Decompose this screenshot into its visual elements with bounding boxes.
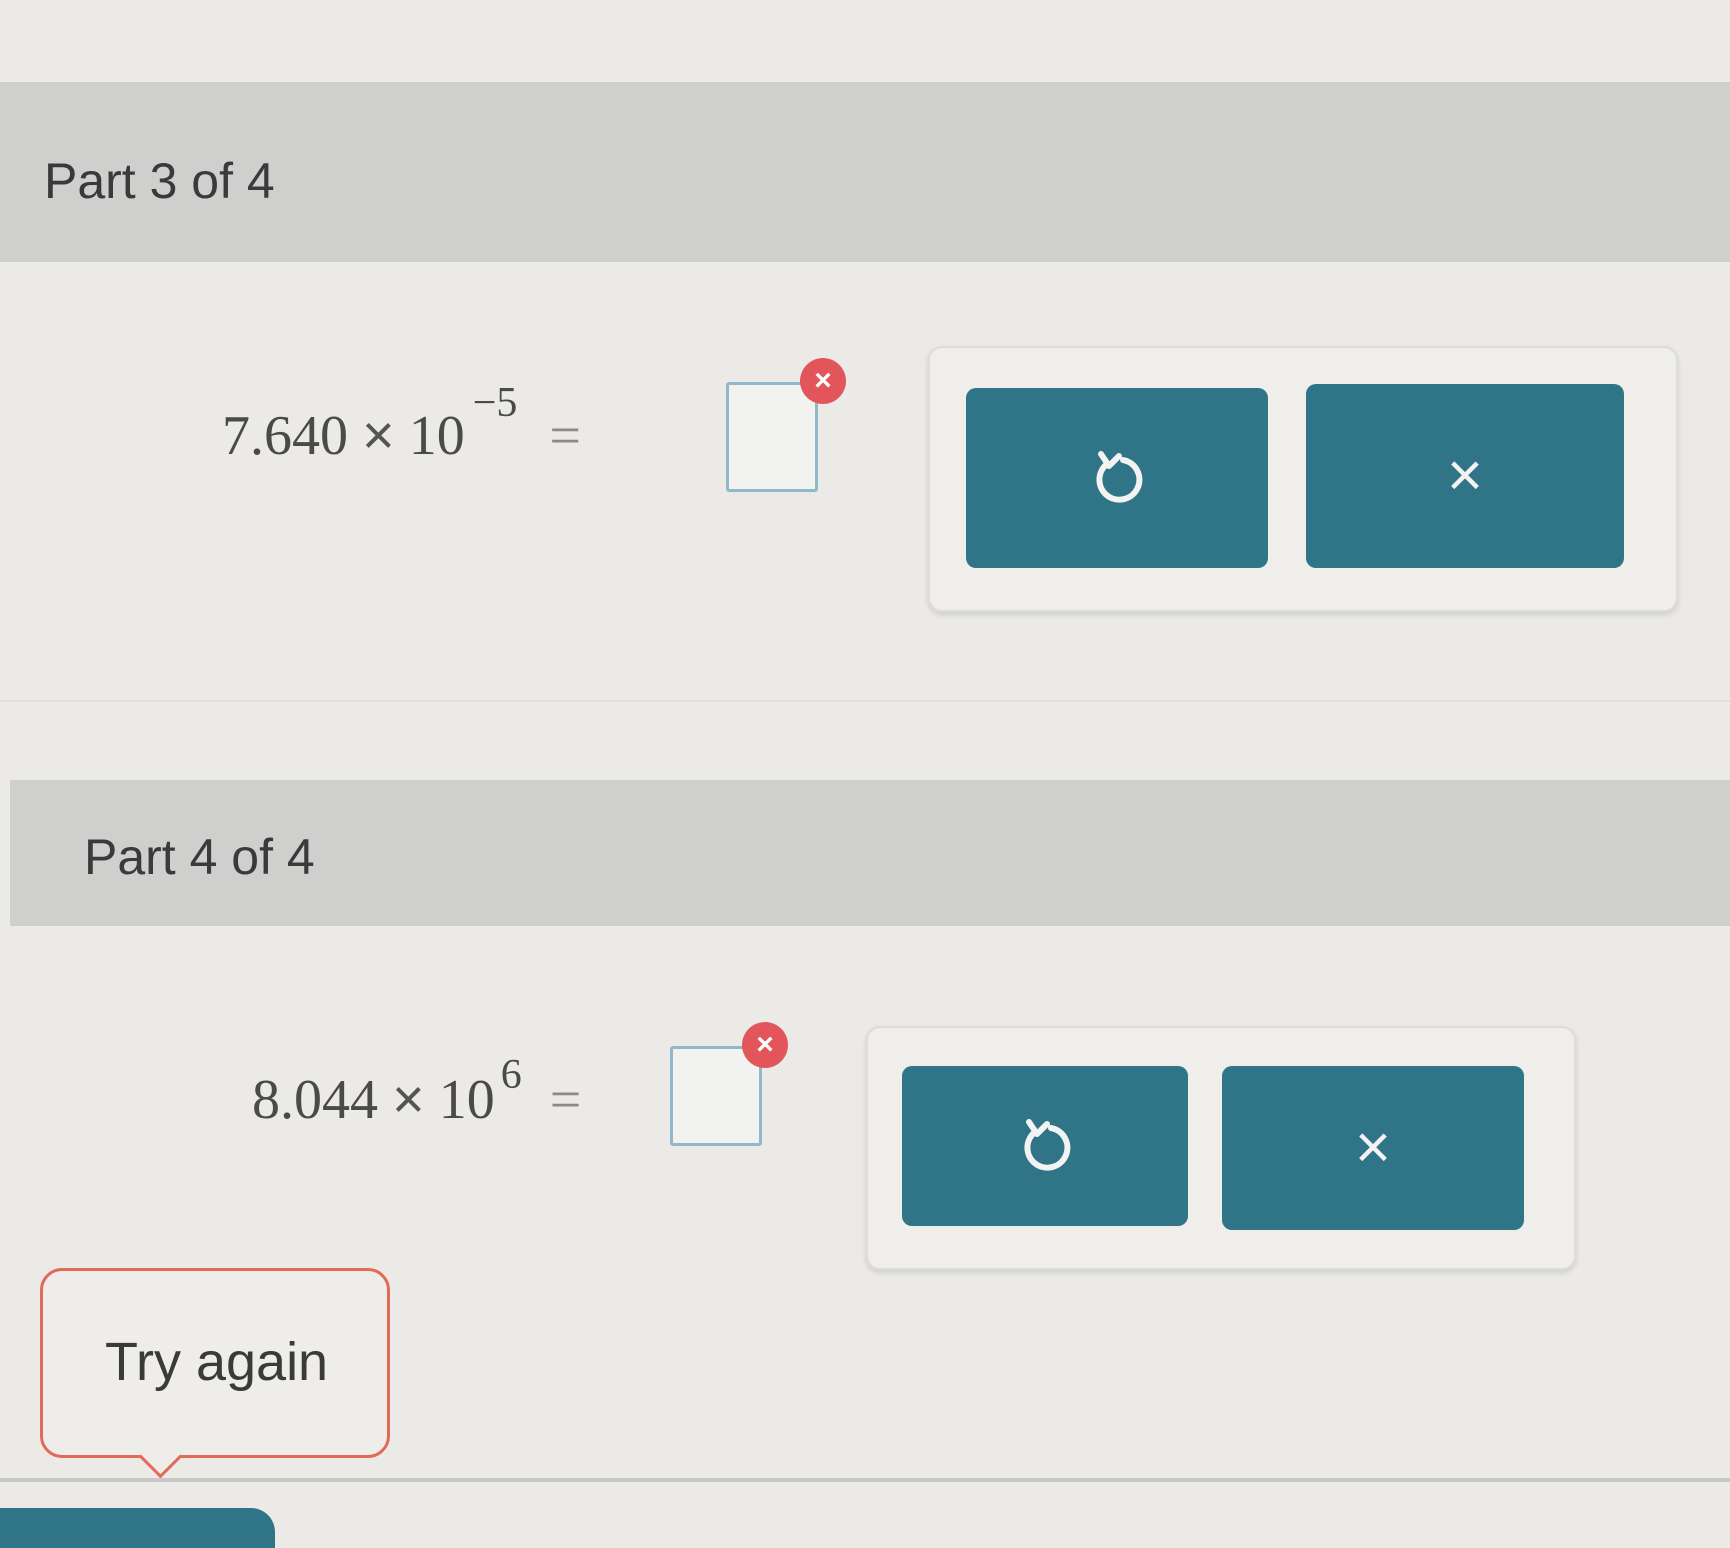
error-x-icon: × xyxy=(800,358,846,404)
part-4-header: Part 4 of 4 xyxy=(10,780,1730,926)
equals-sign: = xyxy=(549,405,581,467)
part-3-title: Part 3 of 4 xyxy=(44,153,275,209)
answer-tool-panel: × xyxy=(928,346,1678,612)
close-icon: × xyxy=(1446,441,1484,510)
undo-icon xyxy=(1013,1114,1077,1178)
part-4-expression: 8.044 × 10 6 = xyxy=(252,1052,582,1132)
equals-sign: = xyxy=(549,1069,582,1131)
undo-button[interactable] xyxy=(966,388,1268,568)
base: 10 xyxy=(438,1069,495,1131)
times-sign: × xyxy=(362,403,395,466)
clear-button[interactable]: × xyxy=(1306,384,1624,568)
part-3-expression: 7.640 × 10−5 = xyxy=(222,380,581,468)
undo-button[interactable] xyxy=(902,1066,1188,1226)
part-3-question: 7.640 × 10−5 = × × xyxy=(0,262,1730,702)
answer-input[interactable] xyxy=(726,382,818,492)
bottom-divider xyxy=(0,1478,1730,1482)
times-sign: × xyxy=(392,1067,425,1130)
clear-button[interactable]: × xyxy=(1222,1066,1524,1230)
part-3-header: Part 3 of 4 xyxy=(0,82,1730,262)
close-icon: × xyxy=(1354,1113,1392,1182)
try-again-feedback: Try again xyxy=(40,1268,390,1479)
bottom-action-button[interactable] xyxy=(0,1508,275,1548)
error-x-icon: × xyxy=(742,1022,788,1068)
coefficient: 8.044 xyxy=(252,1069,378,1131)
base: 10 xyxy=(408,405,465,467)
exponent: 6 xyxy=(500,1052,522,1098)
exponent: −5 xyxy=(472,380,518,426)
coefficient: 7.640 xyxy=(222,405,348,467)
try-again-text: Try again xyxy=(105,1332,329,1392)
tooltip-tail xyxy=(138,1434,183,1479)
part-4-question: 8.044 × 10 6 = × × xyxy=(0,926,1730,1270)
section-divider xyxy=(0,700,1730,702)
answer-tool-panel: × xyxy=(866,1026,1576,1270)
part-4-title: Part 4 of 4 xyxy=(84,829,315,885)
undo-icon xyxy=(1085,446,1149,510)
